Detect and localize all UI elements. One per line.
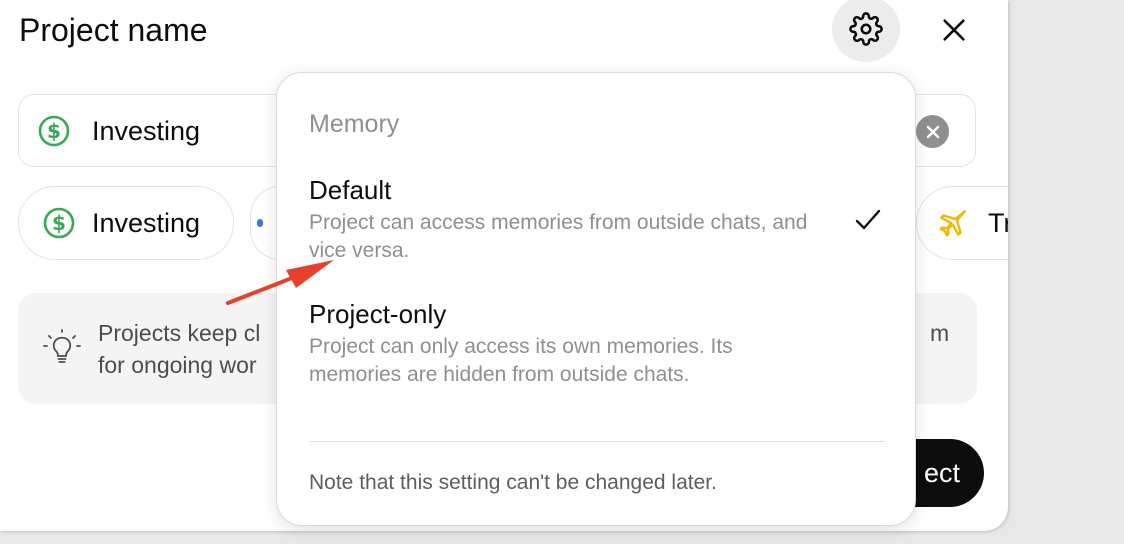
info-line1-start: Projects keep cl bbox=[98, 320, 261, 346]
memory-option-project-only[interactable]: Project-only Project can only access its… bbox=[309, 299, 869, 389]
checkmark-icon bbox=[855, 209, 881, 230]
memory-note: Note that this setting can't be changed … bbox=[309, 471, 717, 494]
dollar-circle-icon: $ bbox=[43, 207, 75, 239]
suggestion-chip-travel[interactable]: Tr bbox=[916, 186, 1008, 260]
info-line1-end: m bbox=[930, 320, 950, 346]
project-name-value: Investing bbox=[92, 116, 201, 146]
airplane-icon bbox=[939, 210, 966, 237]
info-line2-start: for ongoing wor bbox=[98, 352, 257, 378]
gear-icon bbox=[849, 12, 883, 46]
partial-icon bbox=[257, 219, 263, 227]
memory-option-default[interactable]: Default Project can access memories from… bbox=[309, 175, 869, 265]
memory-heading: Memory bbox=[309, 110, 400, 138]
clear-icon bbox=[926, 125, 939, 138]
option-title: Default bbox=[309, 175, 392, 205]
settings-button[interactable] bbox=[832, 0, 900, 62]
lightbulb-icon bbox=[43, 329, 81, 363]
suggestion-chip-investing[interactable]: $ Investing bbox=[18, 186, 234, 260]
option-description: Project can access memories from outside… bbox=[309, 211, 808, 262]
page-title: Project name bbox=[19, 12, 208, 48]
option-title: Project-only bbox=[309, 299, 447, 329]
close-icon bbox=[943, 19, 965, 41]
suggestion-chip-label: Investing bbox=[92, 208, 201, 238]
dollar-circle-icon: $ bbox=[38, 115, 70, 147]
divider bbox=[309, 441, 885, 442]
svg-text:$: $ bbox=[47, 119, 61, 143]
option-description: Project can only access its own memories… bbox=[309, 335, 733, 386]
suggestion-chip-label: Tr bbox=[988, 208, 1008, 238]
close-button[interactable] bbox=[934, 10, 974, 50]
svg-text:$: $ bbox=[52, 211, 66, 235]
memory-settings-popover: Memory Default Project can access memori… bbox=[276, 72, 916, 526]
clear-button[interactable] bbox=[916, 115, 949, 148]
